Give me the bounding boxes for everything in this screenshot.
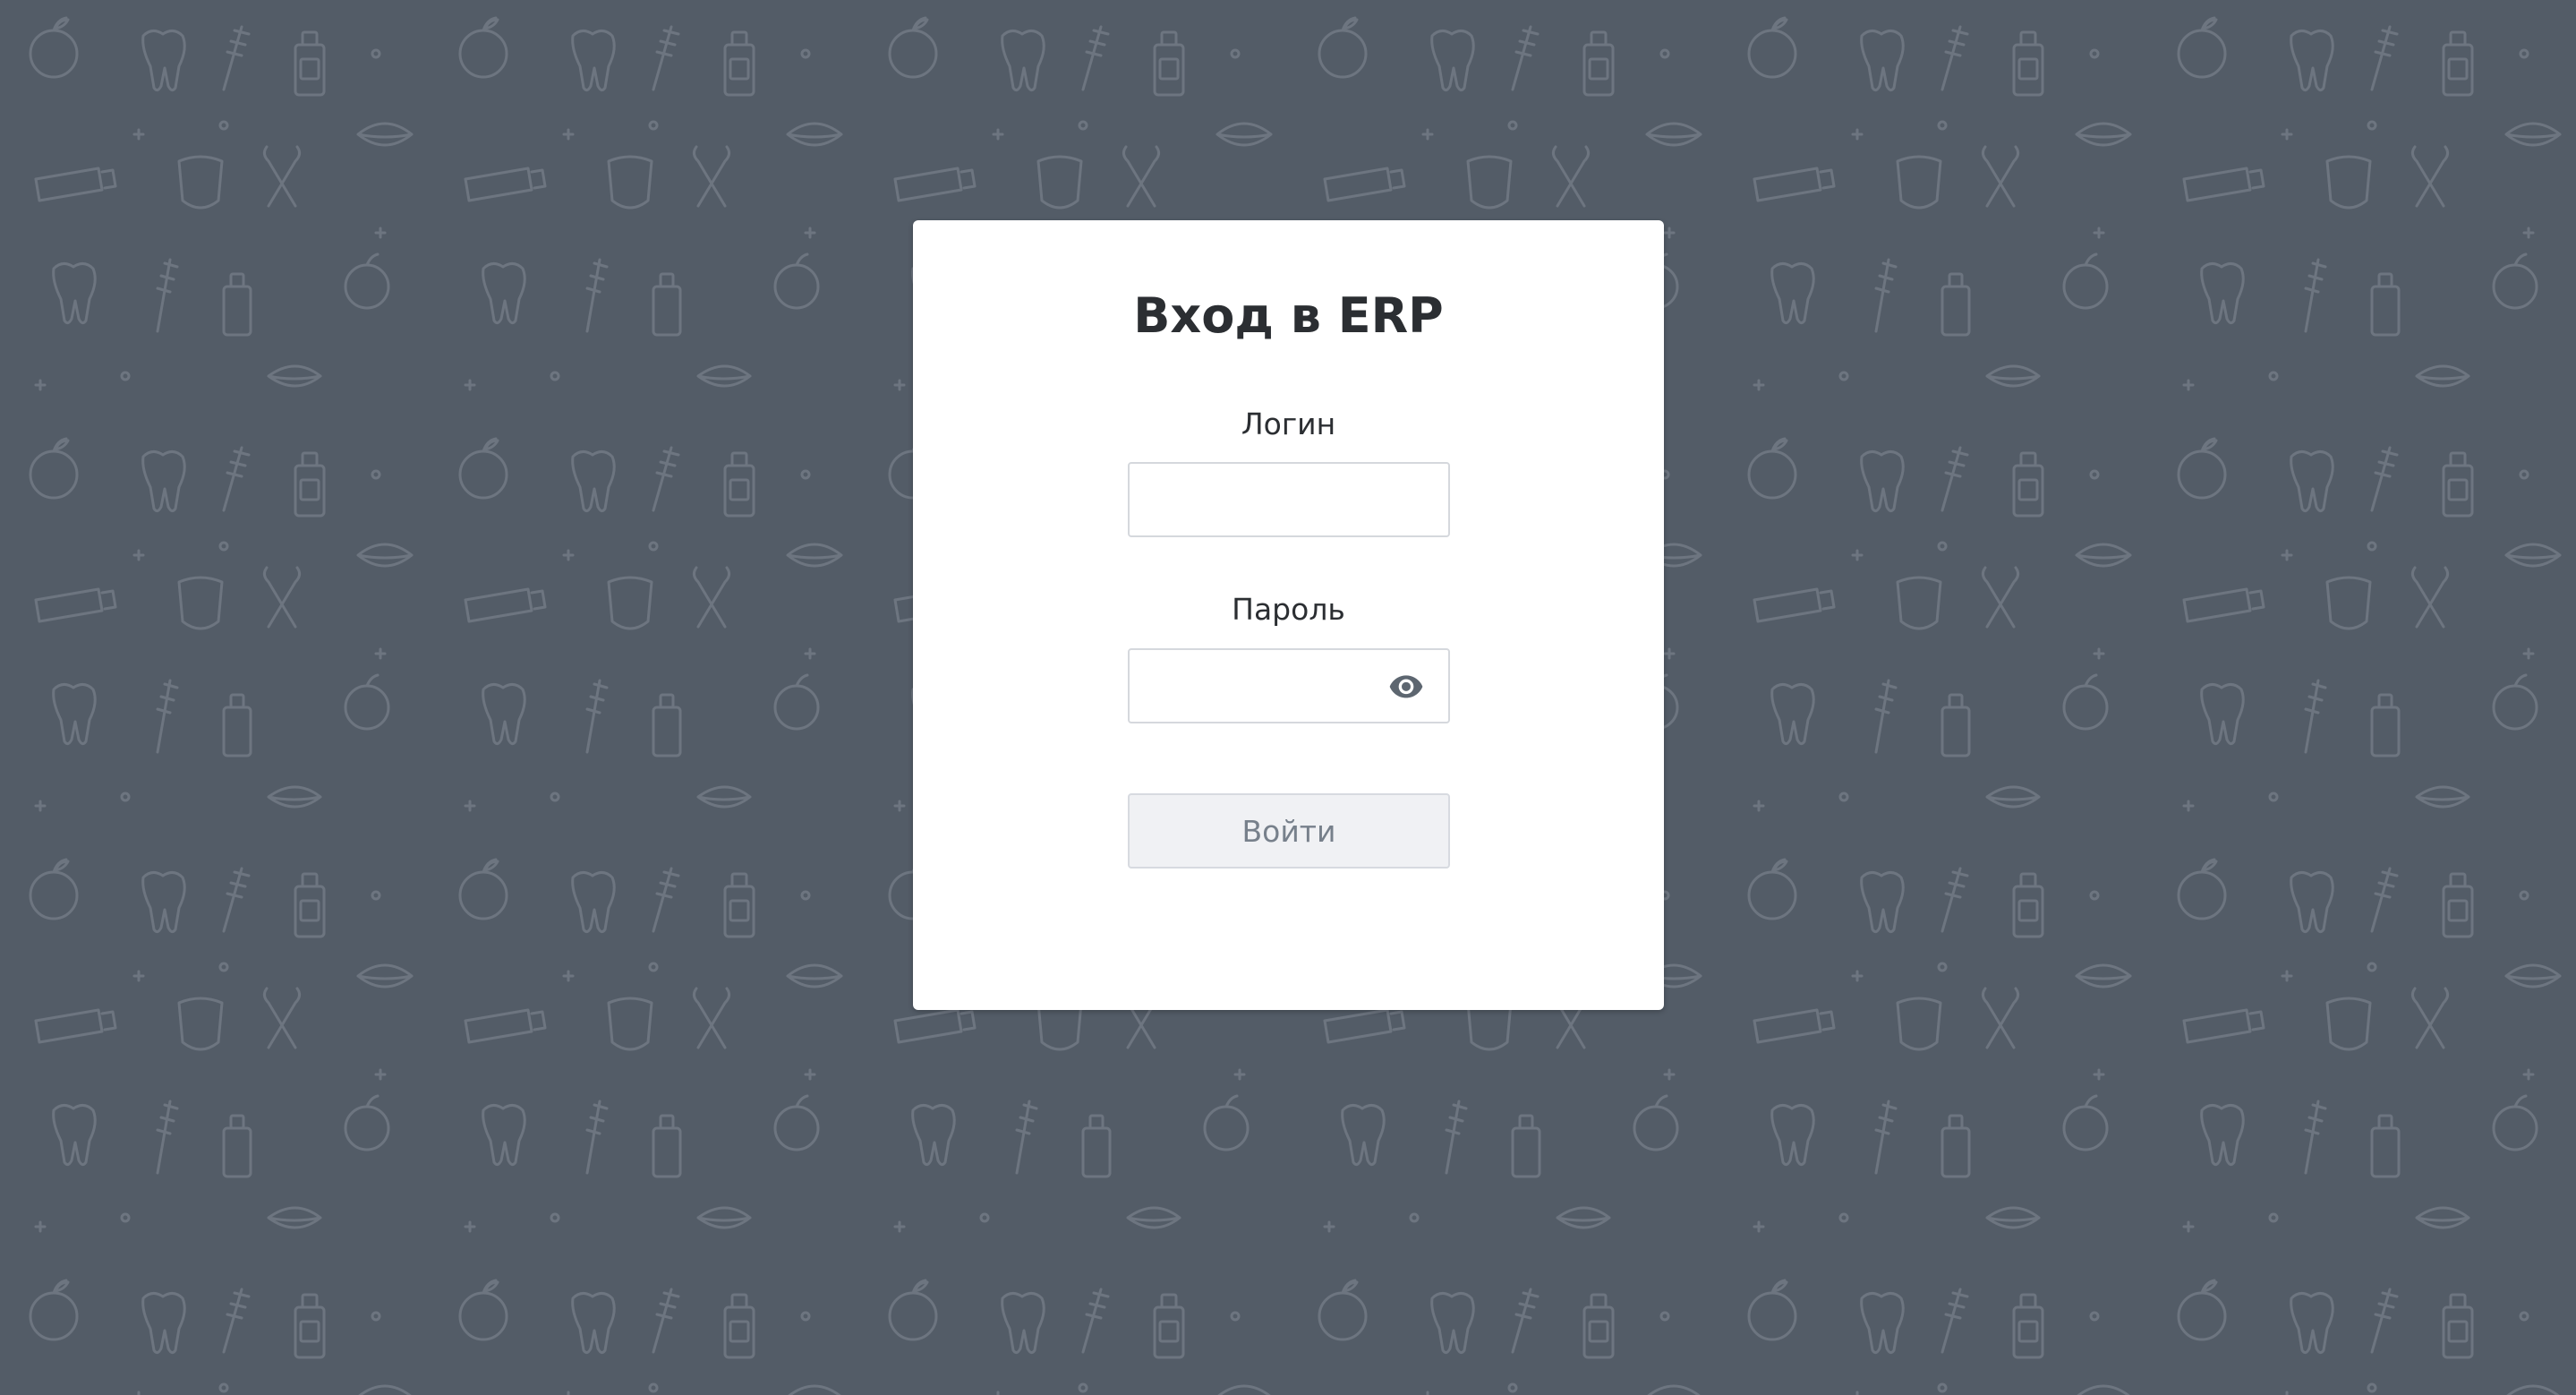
- login-submit-button[interactable]: Войти: [1128, 793, 1450, 869]
- eye-icon: [1389, 675, 1423, 698]
- login-title: Вход в ERP: [1133, 287, 1444, 344]
- login-card: Вход в ERP Логин Пароль Войти: [913, 220, 1664, 1010]
- password-label: Пароль: [1232, 592, 1345, 627]
- login-label: Логин: [1241, 407, 1336, 441]
- show-password-toggle[interactable]: [1386, 668, 1426, 704]
- login-input[interactable]: [1128, 462, 1450, 537]
